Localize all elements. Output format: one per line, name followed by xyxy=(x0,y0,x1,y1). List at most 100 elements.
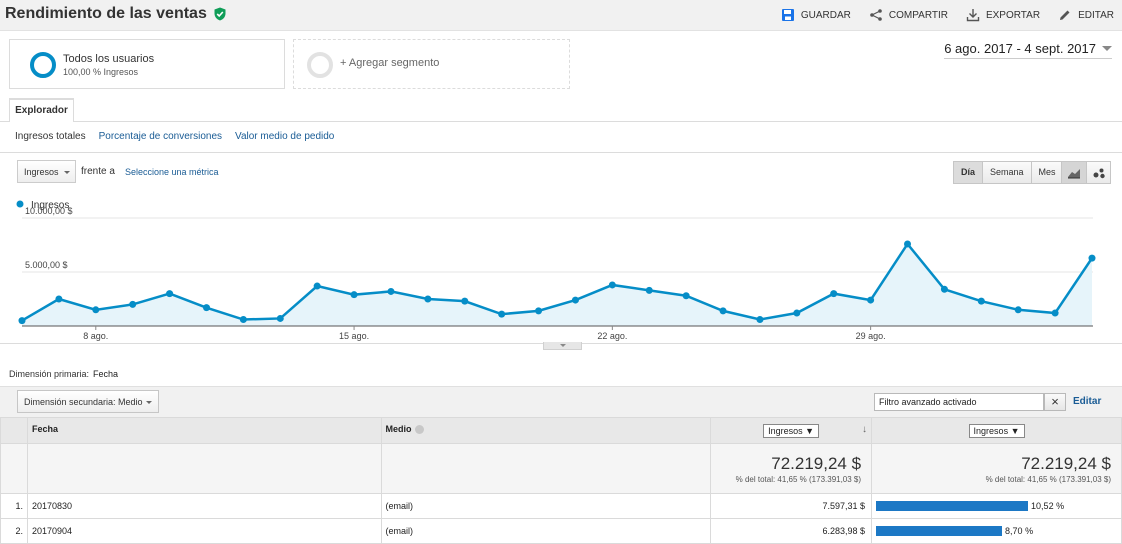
data-point xyxy=(424,295,432,303)
secondary-dimension-select[interactable]: Dimensión secundaria: Medio xyxy=(17,390,159,413)
week-button[interactable]: Semana xyxy=(982,162,1031,183)
primary-dimension-value[interactable]: Fecha xyxy=(93,369,118,379)
primary-dimension-label: Dimensión primaria: xyxy=(9,369,90,379)
chart-collapse-handle[interactable] xyxy=(543,342,582,350)
collapse-caret-icon xyxy=(560,344,566,347)
totals-revenue-bar: 72.219,24 $ % del total: 41,65 % (173.39… xyxy=(871,443,1122,494)
row-date[interactable]: 20170904 xyxy=(26,518,382,544)
select-metric-link[interactable]: Seleccione una métrica xyxy=(125,167,219,177)
download-icon xyxy=(966,9,980,22)
totals-row: 72.219,24 $ % del total: 41,65 % (173.39… xyxy=(0,443,1122,494)
data-table: Fecha Medio Ingresos ▼ ↓ Ingresos ▼ 72.2… xyxy=(0,417,1122,544)
empty-segment-ring-icon xyxy=(307,52,333,78)
metric-group-tabs: Ingresos totales Porcentaje de conversio… xyxy=(15,131,334,142)
header-date[interactable]: Fecha xyxy=(26,417,382,444)
sort-desc-icon[interactable]: ↓ xyxy=(862,424,867,435)
close-icon: × xyxy=(1051,394,1059,409)
data-point xyxy=(1051,309,1059,317)
data-point xyxy=(313,282,321,290)
dropdown-caret-icon xyxy=(64,171,70,174)
metric-tab-conversion-rate[interactable]: Porcentaje de conversiones xyxy=(99,131,222,142)
segment-title: Todos los usuarios xyxy=(63,53,155,65)
report-title: Rendimiento de las ventas xyxy=(5,5,227,23)
data-point xyxy=(571,296,579,304)
clear-filter-button[interactable]: × xyxy=(1044,393,1066,411)
revenue-bar xyxy=(876,501,1029,511)
totals-empty xyxy=(380,443,712,494)
tab-divider-cover xyxy=(10,121,73,122)
report-title-text: Rendimiento de las ventas xyxy=(5,5,207,22)
y-tick-label: 5.000,00 $ xyxy=(25,260,68,270)
header-revenue[interactable]: Ingresos ▼ ↓ xyxy=(710,417,873,444)
data-point xyxy=(1088,254,1096,262)
totals-revenue: 72.219,24 $ % del total: 41,65 % (173.39… xyxy=(710,443,873,494)
date-range-picker[interactable]: 6 ago. 2017 - 4 sept. 2017 xyxy=(944,41,1112,59)
x-tick-label: 22 ago. xyxy=(597,331,627,341)
edit-filter-link[interactable]: Editar xyxy=(1073,396,1101,407)
metric-tab-total-revenue[interactable]: Ingresos totales xyxy=(15,131,86,142)
data-point xyxy=(461,297,469,305)
revenue-chart: Ingresos10.000,00 $5.000,00 $8 ago. 15 ag… xyxy=(16,200,1096,341)
line-chart-button[interactable] xyxy=(1062,162,1086,183)
pencil-icon xyxy=(1060,10,1070,20)
x-tick-label: 29 ago. xyxy=(856,331,886,341)
day-button[interactable]: Día xyxy=(954,162,983,183)
dropdown-caret-icon xyxy=(146,401,152,404)
report-header: Rendimiento de las ventas GUARDAR COMPAR… xyxy=(0,0,1122,31)
revenue-metric-pill[interactable]: Ingresos ▼ xyxy=(763,424,820,438)
motion-chart-button[interactable] xyxy=(1086,162,1110,183)
row-revenue-pct: 8,70 % xyxy=(1005,526,1034,536)
data-point xyxy=(719,307,727,315)
tab-divider xyxy=(0,121,1122,122)
data-point xyxy=(830,290,838,298)
bubble-chart-icon xyxy=(1093,168,1105,178)
save-button[interactable]: GUARDAR xyxy=(781,8,851,22)
row-date[interactable]: 20170830 xyxy=(26,493,382,519)
row-revenue-bar: 10,52 % xyxy=(871,493,1122,519)
date-range-text: 6 ago. 2017 - 4 sept. 2017 xyxy=(944,41,1096,56)
row-revenue: 6.283,98 $ xyxy=(710,518,873,544)
data-point xyxy=(793,309,801,317)
totals-empty xyxy=(0,443,28,494)
share-icon xyxy=(870,9,882,21)
data-point xyxy=(18,317,26,325)
chart-type-toggle xyxy=(1061,161,1111,184)
versus-label: frente a xyxy=(81,166,115,177)
total-revenue-value-2: 72.219,24 $ xyxy=(1021,454,1111,473)
edit-label: EDITAR xyxy=(1078,9,1114,21)
x-tick-label: 8 ago. xyxy=(83,331,108,341)
secondary-dimension-value: Dimensión secundaria: Medio xyxy=(24,397,143,407)
row-medium[interactable]: (email) xyxy=(380,493,712,519)
totals-empty xyxy=(26,443,382,494)
segment-subtitle: 100,00 % Ingresos xyxy=(63,67,139,77)
header-medium[interactable]: Medio xyxy=(380,417,712,444)
data-point xyxy=(350,291,358,299)
row-medium[interactable]: (email) xyxy=(380,518,712,544)
advanced-filter-field[interactable]: Filtro avanzado activado xyxy=(874,393,1044,411)
area-fill xyxy=(22,243,1092,326)
segment-all-users[interactable]: Todos los usuarios 100,00 % Ingresos xyxy=(9,39,285,89)
month-button[interactable]: Mes xyxy=(1030,162,1063,183)
info-icon xyxy=(414,425,424,435)
add-segment-button[interactable]: + Agregar segmento xyxy=(293,39,570,89)
data-point xyxy=(977,297,985,305)
edit-button[interactable]: EDITAR xyxy=(1058,8,1114,22)
revenue-bar-metric-pill[interactable]: Ingresos ▼ xyxy=(968,424,1025,438)
metric-tab-avg-order-value[interactable]: Valor medio de pedido xyxy=(235,131,334,142)
data-point xyxy=(756,316,764,324)
tab-explorer[interactable]: Explorador xyxy=(9,98,74,122)
metric-select[interactable]: Ingresos xyxy=(17,160,76,183)
row-revenue-pct: 10,52 % xyxy=(1031,501,1065,511)
y-tick-label: 10.000,00 $ xyxy=(25,206,73,216)
time-granularity-toggle: Día Semana Mes xyxy=(953,161,1064,184)
share-button[interactable]: COMPARTIR xyxy=(869,8,948,22)
metric-select-value: Ingresos xyxy=(24,167,59,177)
divider xyxy=(0,152,1122,153)
share-label: COMPARTIR xyxy=(888,9,948,21)
data-point xyxy=(498,310,506,318)
export-button[interactable]: EXPORTAR xyxy=(966,8,1040,22)
data-point xyxy=(940,285,948,293)
header-medium-label: Medio xyxy=(385,424,412,434)
data-point xyxy=(1014,306,1022,314)
header-revenue-bar[interactable]: Ingresos ▼ xyxy=(871,417,1122,444)
